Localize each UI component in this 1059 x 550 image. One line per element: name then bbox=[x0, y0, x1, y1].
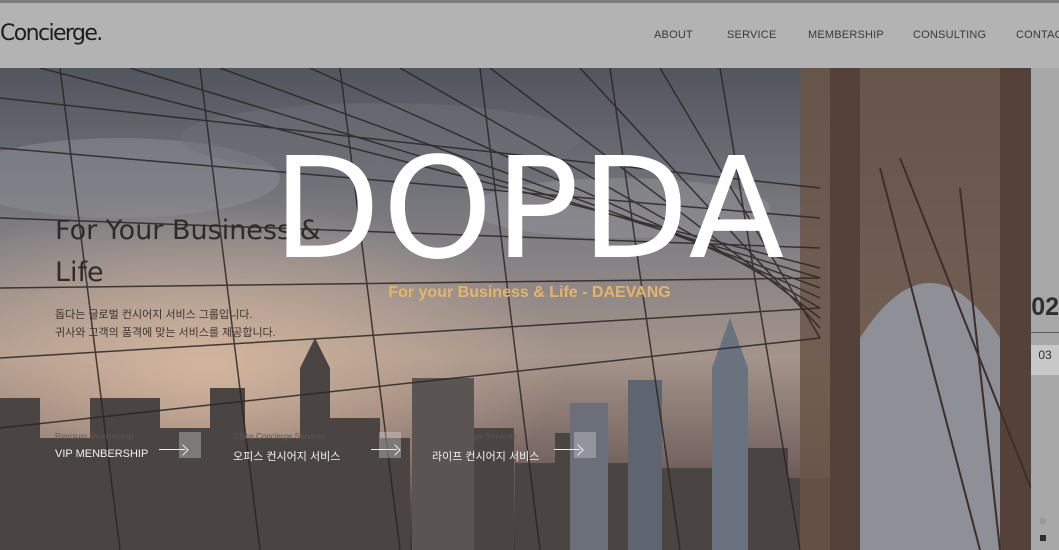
nav-about[interactable]: ABOUT bbox=[654, 29, 693, 41]
service-link-office[interactable]: Office Concierge Services 오피스 컨시어지 서비스 bbox=[233, 432, 403, 472]
service-link-vip[interactable]: Premium Membership VIP MENBERSHIP bbox=[55, 432, 205, 472]
arrow-right-icon bbox=[371, 438, 405, 464]
hero-description: 돕다는 글로벌 컨시어지 서비스 그룹입니다. 귀사와 고객의 품격에 맞는 서… bbox=[55, 306, 315, 342]
slide-dot-icon[interactable] bbox=[1040, 518, 1046, 524]
service-link-life[interactable]: Life Concierge Services 라이프 컨시어지 서비스 bbox=[432, 432, 602, 472]
slide-current: 02 bbox=[1031, 293, 1059, 321]
main-nav: ABOUT SERVICE MEMBERSHIP CONSULTING CONT… bbox=[0, 29, 1059, 45]
service-label: VIP MENBERSHIP bbox=[55, 448, 149, 460]
site-header: Concierge. ABOUT SERVICE MEMBERSHIP CONS… bbox=[0, 0, 1059, 68]
nav-contact[interactable]: CONTACT bbox=[1016, 29, 1059, 41]
service-label: 라이프 컨시어지 서비스 bbox=[432, 451, 540, 463]
slide-dots bbox=[1040, 516, 1048, 546]
hero-description-line1: 돕다는 글로벌 컨시어지 서비스 그룹입니다. bbox=[55, 309, 253, 321]
hero-subheadline: For your Business & Life - DAEVANG bbox=[388, 284, 671, 301]
slide-dot-icon[interactable] bbox=[1040, 535, 1046, 541]
slide-next[interactable]: 03 bbox=[1031, 345, 1059, 375]
service-label: 오피스 컨시어지 서비스 bbox=[233, 451, 341, 463]
hero-headline: DOPDA bbox=[272, 128, 787, 291]
service-small-label: Office Concierge Services bbox=[233, 432, 326, 441]
arrow-right-icon bbox=[554, 438, 588, 464]
service-small-label: Life Concierge Services bbox=[432, 432, 517, 441]
slide-counter: 02 03 bbox=[1021, 290, 1059, 375]
nav-membership[interactable]: MEMBERSHIP bbox=[808, 29, 884, 41]
arrow-right-icon bbox=[159, 438, 193, 464]
service-small-label: Premium Membership bbox=[55, 432, 134, 441]
nav-consulting[interactable]: CONSULTING bbox=[913, 29, 986, 41]
nav-service[interactable]: SERVICE bbox=[727, 29, 777, 41]
slide-divider bbox=[1029, 332, 1059, 333]
hero-description-line2: 귀사와 고객의 품격에 맞는 서비스를 제공합니다. bbox=[55, 327, 276, 339]
